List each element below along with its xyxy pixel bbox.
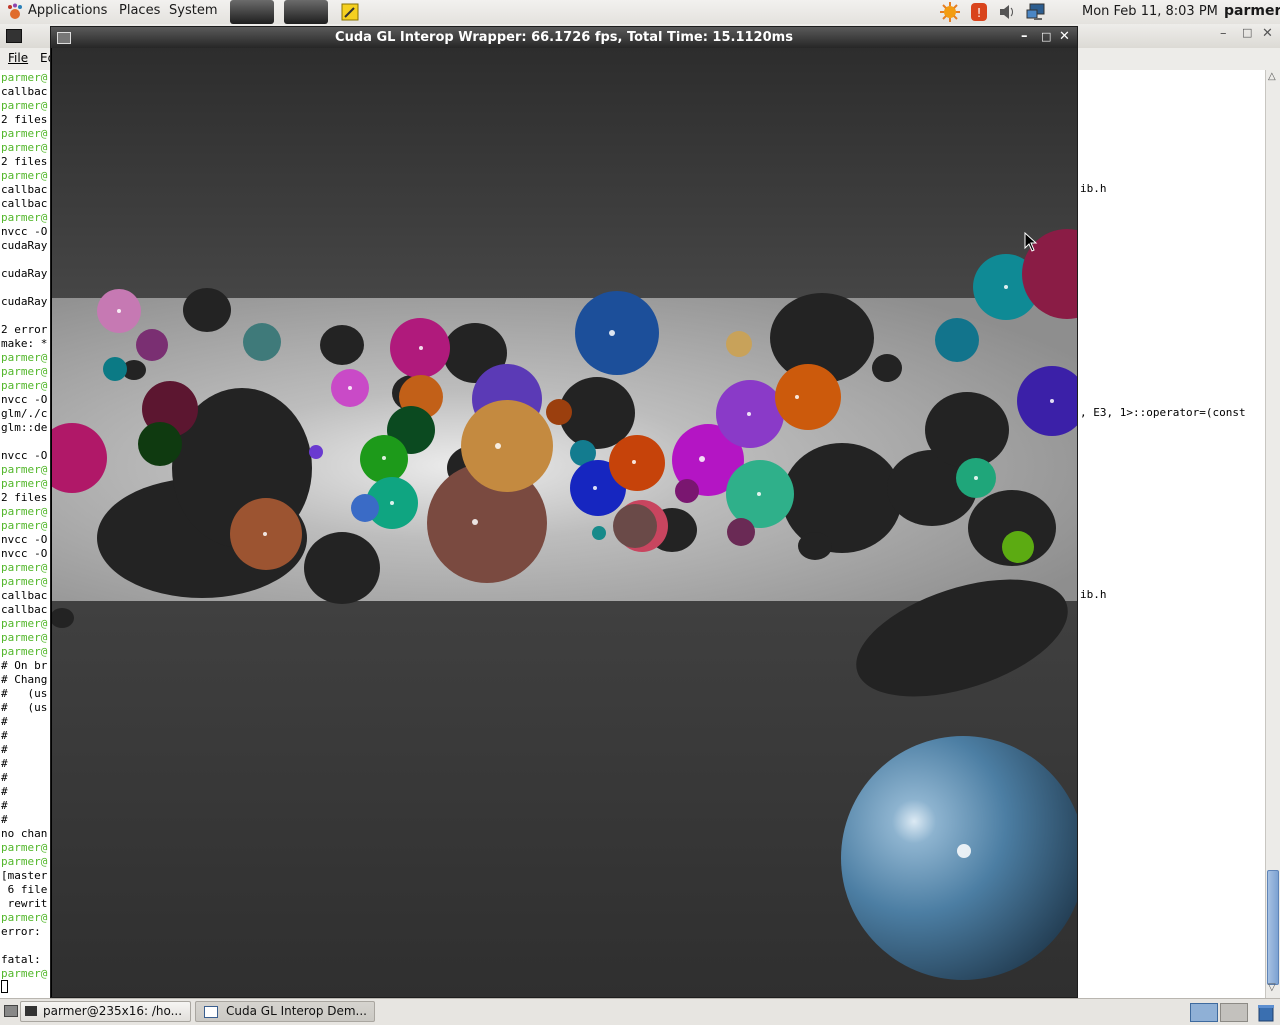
workspace-2[interactable]	[1220, 1003, 1248, 1022]
svg-text:!: !	[977, 6, 982, 20]
taskbar-item-label: Cuda GL Interop Dem...	[226, 1004, 367, 1018]
maximize-icon[interactable]: □	[1041, 30, 1051, 43]
show-desktop-icon[interactable]	[4, 1005, 18, 1017]
system-menu[interactable]: System	[169, 3, 217, 18]
top-panel: Applications Places System ! Mon Feb 11,…	[0, 0, 1280, 25]
user-menu[interactable]: parmer	[1224, 3, 1280, 19]
terminal-scrollbar[interactable]: △ ▽	[1265, 70, 1280, 998]
window-icon	[204, 1006, 218, 1018]
terminal-cursor	[1, 980, 8, 993]
applications-menu[interactable]: Applications	[28, 3, 107, 18]
launcher-terminal-2[interactable]	[284, 0, 328, 24]
trash-icon[interactable]	[1256, 1002, 1276, 1022]
minimize-icon[interactable]: –	[1220, 26, 1227, 41]
close-icon[interactable]: ✕	[1262, 26, 1273, 41]
bottom-panel: parmer@235x16: /ho... Cuda GL Interop De…	[0, 998, 1280, 1025]
cuda-window-title: Cuda GL Interop Wrapper: 66.1726 fps, To…	[335, 30, 793, 45]
text-editor-launcher-icon[interactable]	[340, 2, 360, 22]
scrollbar-thumb[interactable]	[1267, 870, 1279, 985]
terminal-output-fragment: ib.h	[1080, 588, 1107, 601]
network-icon[interactable]	[1026, 2, 1046, 22]
places-menu[interactable]: Places	[119, 3, 160, 18]
scroll-up-icon[interactable]: △	[1268, 71, 1276, 82]
close-icon[interactable]: ✕	[1059, 29, 1070, 44]
launcher-terminal-1[interactable]	[230, 0, 274, 24]
terminal-icon	[25, 1006, 37, 1016]
file-menu[interactable]: File	[8, 51, 28, 65]
taskbar-item-label: parmer@235x16: /ho...	[43, 1004, 183, 1018]
scroll-down-icon[interactable]: ▽	[1268, 982, 1276, 993]
mouse-pointer-icon	[1024, 231, 1038, 252]
minimize-icon[interactable]: –	[1021, 29, 1028, 44]
taskbar-item-cuda[interactable]: Cuda GL Interop Dem...	[195, 1001, 375, 1022]
cuda-window: Cuda GL Interop Wrapper: 66.1726 fps, To…	[50, 26, 1078, 998]
terminal-output-fragment: ib.h	[1080, 182, 1107, 195]
update-notifier-icon[interactable]	[940, 2, 960, 22]
workspace-1[interactable]	[1190, 1003, 1218, 1022]
alert-icon[interactable]: !	[969, 2, 989, 22]
gnome-foot-icon[interactable]	[6, 3, 24, 21]
terminal-app-icon	[6, 29, 22, 43]
volume-icon[interactable]	[997, 2, 1017, 22]
terminal-output-fragment: , E3, 1>::operator=(const	[1080, 406, 1246, 419]
raytraced-render[interactable]	[52, 48, 1077, 997]
maximize-icon[interactable]: □	[1242, 26, 1252, 39]
cuda-titlebar[interactable]: Cuda GL Interop Wrapper: 66.1726 fps, To…	[51, 27, 1077, 48]
clock[interactable]: Mon Feb 11, 8:03 PM	[1082, 4, 1218, 19]
taskbar-item-terminal[interactable]: parmer@235x16: /ho...	[20, 1001, 191, 1022]
